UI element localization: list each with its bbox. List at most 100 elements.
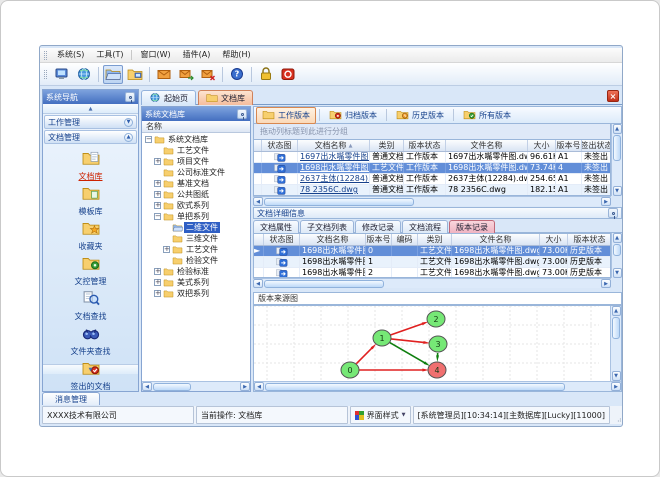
tree-node-美式系列[interactable]: + 美式系列 xyxy=(142,277,250,288)
graph-vscrollbar[interactable]: ▲ ▼ xyxy=(610,306,621,381)
column-header-文件名称[interactable]: 文件名称 xyxy=(446,140,528,151)
column-header-版本状态[interactable]: 版本状态 xyxy=(568,234,610,245)
detail-tab-文档属性[interactable]: 文档属性 xyxy=(253,220,299,233)
column-header-类别[interactable]: 类别 xyxy=(370,140,404,151)
column-header-文档名称[interactable]: 文档名称 xyxy=(300,234,366,245)
version-graph[interactable]: 0 1 2 3 4 xyxy=(254,306,610,381)
menu-item[interactable]: 帮助(H) xyxy=(216,48,256,62)
column-header-大小[interactable]: 大小 xyxy=(540,234,568,245)
mail-x-icon[interactable] xyxy=(198,65,218,84)
table2-hscrollbar[interactable]: ◀ ▶ xyxy=(253,278,611,288)
sidebar-item-文档查找[interactable]: 文档查找 xyxy=(75,290,107,322)
exit-icon[interactable] xyxy=(278,65,298,84)
tree-node-工艺文件[interactable]: 工艺文件 xyxy=(142,145,250,156)
sidebar-item-文件夹查找[interactable]: 文件夹查找 xyxy=(71,325,111,357)
globe-icon[interactable] xyxy=(74,65,94,84)
tree-node-公共图纸[interactable]: + 公共图纸 xyxy=(142,189,250,200)
resize-grip[interactable]: ⠴ xyxy=(612,406,622,424)
tree-node-二维文件[interactable]: 二维文件 xyxy=(142,222,250,233)
folder-computer-icon[interactable] xyxy=(125,65,145,84)
column-header-文件名称[interactable]: 文件名称 xyxy=(452,234,540,245)
tree-node-系统文档库[interactable]: − 系统文档库 xyxy=(142,134,250,145)
table-row[interactable]: 1698出水嘴零件图.dwg1工艺文件1698出水嘴零件图.dwg73.00KB… xyxy=(254,257,610,268)
column-header-文档名称[interactable]: 文档名称 ▲ xyxy=(298,140,370,151)
column-header-编码[interactable]: 编码 xyxy=(392,234,418,245)
column-header-版本号[interactable]: 版本号 xyxy=(366,234,392,245)
detail-tab-子文档列表[interactable]: 子文档列表 xyxy=(300,220,354,233)
version-button-所有版本[interactable]: 所有版本 xyxy=(457,107,517,124)
sidebar-collapse-top[interactable]: ▲ xyxy=(43,104,138,114)
collapse-icon[interactable]: − xyxy=(145,136,152,143)
mail-icon[interactable] xyxy=(154,65,174,84)
table-row[interactable]: ►1698出水嘴零件图.dwg0工艺文件1698出水嘴零件图.dwg73.00K… xyxy=(254,246,610,257)
detail-tab-版本记录[interactable]: 版本记录 xyxy=(449,220,495,233)
expand-icon[interactable]: + xyxy=(163,246,170,253)
tab-起始页[interactable]: 起始页 xyxy=(141,90,196,105)
tree-node-欧式系列[interactable]: + 欧式系列 xyxy=(142,200,250,211)
message-management-tab[interactable]: 消息管理 xyxy=(42,392,100,405)
table-row[interactable]: 1697出水嘴零件图.dwg普通文档工作版本1697出水嘴零件图.dwg96.6… xyxy=(254,152,610,163)
close-icon[interactable]: × xyxy=(607,90,619,102)
sidebar-item-签出的文档[interactable]: 签出的文档 xyxy=(71,360,111,392)
folder-open-icon[interactable] xyxy=(103,64,123,84)
help-icon[interactable]: ? xyxy=(227,65,247,84)
sidebar-panel-工作管理[interactable]: 工作管理 ▼ xyxy=(44,115,137,129)
column-header-状态图[interactable]: 状态图 xyxy=(264,234,300,245)
expand-icon[interactable]: + xyxy=(154,202,161,209)
sidebar-item-收藏夹[interactable]: 收藏夹 xyxy=(79,220,103,252)
column-header-状态图[interactable]: 状态图 xyxy=(262,140,298,151)
expand-icon[interactable]: + xyxy=(154,268,161,275)
sidebar-item-模板库[interactable]: 模板库 xyxy=(79,185,103,217)
column-header-版本状态[interactable]: 版本状态 xyxy=(404,140,446,151)
sidebar-item-文控管理[interactable]: 文控管理 xyxy=(75,255,107,287)
detail-tab-修改记录[interactable]: 修改记录 xyxy=(355,220,401,233)
expand-icon[interactable]: + xyxy=(154,279,161,286)
menu-item[interactable]: 窗口(W) xyxy=(134,48,176,62)
expand-icon[interactable]: + xyxy=(154,180,161,187)
table-row[interactable]: 2637主体(12284).dwg普通文档工作版本2637主体(12284).d… xyxy=(254,174,610,185)
menu-item[interactable]: 工具(T) xyxy=(90,48,129,62)
pin-icon[interactable] xyxy=(608,208,618,219)
version-node-0[interactable]: 0 xyxy=(340,361,360,379)
version-button-历史版本[interactable]: 历史版本 xyxy=(390,107,450,124)
ui-style-selector[interactable]: 界面样式 ▼ xyxy=(349,406,411,424)
tree-node-检验文件[interactable]: 检验文件 xyxy=(142,255,250,266)
pin-icon[interactable] xyxy=(125,92,135,103)
version-button-归档版本[interactable]: 归档版本 xyxy=(323,107,383,124)
table-row[interactable]: 78 2356C.dwg普通文档工作版本78 2356C.dwg182.15KB… xyxy=(254,185,610,195)
chevron-down-icon[interactable]: ▼ xyxy=(124,117,133,127)
tree-node-项目文件[interactable]: + 项目文件 xyxy=(142,156,250,167)
tree-node-工艺文件[interactable]: + 工艺文件 xyxy=(142,244,250,255)
column-header-类别[interactable]: 类别 xyxy=(418,234,452,245)
expand-icon[interactable]: + xyxy=(154,191,161,198)
tree-node-三维文件[interactable]: 三维文件 xyxy=(142,233,250,244)
tree-node-单把系列[interactable]: − 单把系列 xyxy=(142,211,250,222)
table-row[interactable]: 1698出水嘴零件图.dwg2工艺文件1698出水嘴零件图.dwg73.00KB… xyxy=(254,268,610,277)
column-header-大小[interactable]: 大小 xyxy=(528,140,556,151)
tree-node-双把系列[interactable]: + 双把系列 xyxy=(142,288,250,299)
sidebar-item-文档库[interactable]: 文档库 xyxy=(79,150,103,182)
lock-icon[interactable] xyxy=(256,65,276,84)
collapse-icon[interactable]: − xyxy=(154,213,161,220)
expand-icon[interactable]: + xyxy=(154,290,161,297)
tab-文档库[interactable]: 文档库 xyxy=(198,90,253,105)
version-node-4[interactable]: 4 xyxy=(427,361,447,379)
tree-node-公司标准文件[interactable]: 公司标准文件 xyxy=(142,167,250,178)
version-node-3[interactable]: 3 xyxy=(428,335,448,353)
pin-icon[interactable] xyxy=(237,109,247,120)
sidebar-panel-文档管理[interactable]: 文档管理 ▲ xyxy=(44,130,137,144)
menu-item[interactable]: 系统(S) xyxy=(51,48,90,62)
monitor-icon[interactable] xyxy=(52,65,72,84)
tree-hscrollbar[interactable]: ◀ ▶ xyxy=(142,381,250,391)
graph-hscrollbar[interactable]: ◀ ▶ xyxy=(254,381,621,391)
mail-send-icon[interactable] xyxy=(176,65,196,84)
column-header-版本号[interactable]: 版本号 xyxy=(556,140,582,151)
tree-node-检验标准[interactable]: + 检验标准 xyxy=(142,266,250,277)
expand-icon[interactable]: + xyxy=(154,158,161,165)
table1-hscrollbar[interactable]: ◀ ▶ xyxy=(253,196,611,206)
tree-node-基准文档[interactable]: + 基准文档 xyxy=(142,178,250,189)
table-row[interactable]: 1698出水嘴零件图.dwg工艺文件工作版本1698出水嘴零件图.dwg73.7… xyxy=(254,163,610,174)
version-node-2[interactable]: 2 xyxy=(426,310,446,328)
table1-vscrollbar[interactable]: ▲ ▼ xyxy=(611,124,622,196)
chevron-up-icon[interactable]: ▲ xyxy=(124,132,133,142)
